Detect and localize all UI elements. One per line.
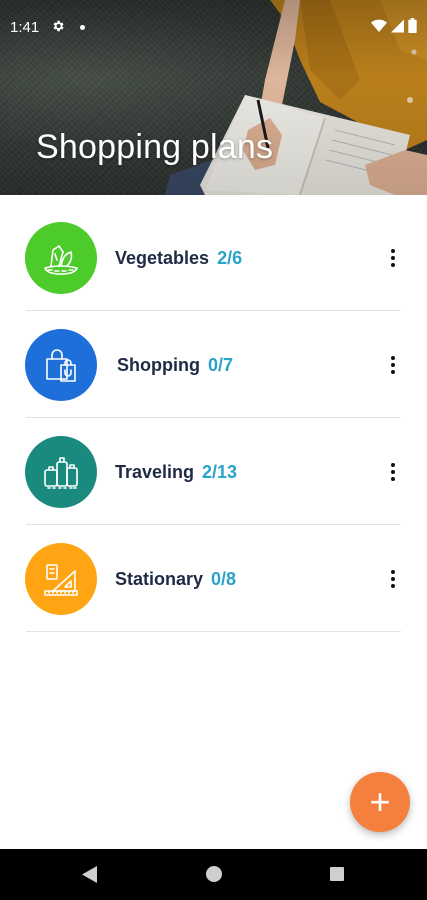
app-screen: Shopping plans 1:41 Vegetables 2/6 Shopp… bbox=[0, 0, 427, 900]
page-title: Shopping plans bbox=[36, 128, 274, 166]
category-item-shopping[interactable]: Shopping 0/7 bbox=[0, 311, 427, 418]
category-name: Vegetables bbox=[115, 248, 210, 268]
category-label: Vegetables 2/6 bbox=[115, 248, 242, 269]
battery-icon bbox=[408, 18, 417, 33]
more-options-button[interactable] bbox=[381, 458, 405, 486]
category-name: Traveling bbox=[115, 462, 195, 482]
status-icons bbox=[371, 18, 417, 33]
cell-signal-icon bbox=[391, 19, 404, 32]
more-vert-dot bbox=[391, 263, 395, 267]
more-vert-icon bbox=[391, 463, 395, 467]
category-label: Stationary 0/8 bbox=[115, 569, 236, 590]
category-item-stationary[interactable]: Stationary 0/8 bbox=[0, 525, 427, 632]
more-options-button[interactable] bbox=[381, 565, 405, 593]
category-count: 0/7 bbox=[207, 355, 234, 375]
notification-dot-icon bbox=[80, 25, 85, 30]
settings-gear-icon bbox=[53, 20, 64, 32]
more-vert-dot bbox=[391, 256, 395, 260]
category-count: 2/13 bbox=[202, 462, 238, 482]
recent-apps-icon[interactable] bbox=[330, 867, 344, 881]
more-vert-dot bbox=[391, 363, 395, 367]
vegetables-icon bbox=[25, 222, 97, 294]
plus-icon: + bbox=[369, 781, 391, 822]
more-vert-icon bbox=[391, 356, 395, 360]
category-label: Shopping 0/7 bbox=[117, 355, 233, 376]
category-list: Vegetables 2/6 Shopping 0/7 Traveling 2/… bbox=[0, 204, 427, 632]
more-vert-dot bbox=[391, 470, 395, 474]
ruler-triangle-icon bbox=[25, 543, 97, 615]
more-vert-icon bbox=[391, 570, 395, 574]
category-label: Traveling 2/13 bbox=[115, 462, 237, 483]
status-bar: 1:41 bbox=[0, 0, 427, 52]
category-name: Stationary bbox=[115, 569, 204, 589]
category-item-vegetables[interactable]: Vegetables 2/6 bbox=[0, 204, 427, 311]
category-count: 2/6 bbox=[217, 248, 243, 268]
home-icon[interactable] bbox=[206, 866, 222, 882]
more-options-button[interactable] bbox=[381, 244, 405, 272]
divider bbox=[26, 631, 401, 632]
wifi-icon bbox=[371, 19, 387, 32]
more-options-button[interactable] bbox=[381, 351, 405, 379]
category-item-traveling[interactable]: Traveling 2/13 bbox=[0, 418, 427, 525]
category-name: Shopping bbox=[117, 355, 200, 375]
status-time: 1:41 bbox=[10, 19, 40, 36]
more-vert-dot bbox=[391, 577, 395, 581]
more-vert-dot bbox=[391, 477, 395, 481]
more-vert-icon bbox=[391, 249, 395, 253]
category-count: 0/8 bbox=[211, 569, 237, 589]
luggage-icon bbox=[25, 436, 97, 508]
add-plan-button[interactable]: + bbox=[350, 772, 410, 832]
shopping-bags-icon bbox=[25, 329, 97, 401]
navigation-bar bbox=[0, 849, 427, 900]
more-vert-dot bbox=[391, 370, 395, 374]
back-icon[interactable] bbox=[82, 866, 98, 883]
more-vert-dot bbox=[391, 584, 395, 588]
